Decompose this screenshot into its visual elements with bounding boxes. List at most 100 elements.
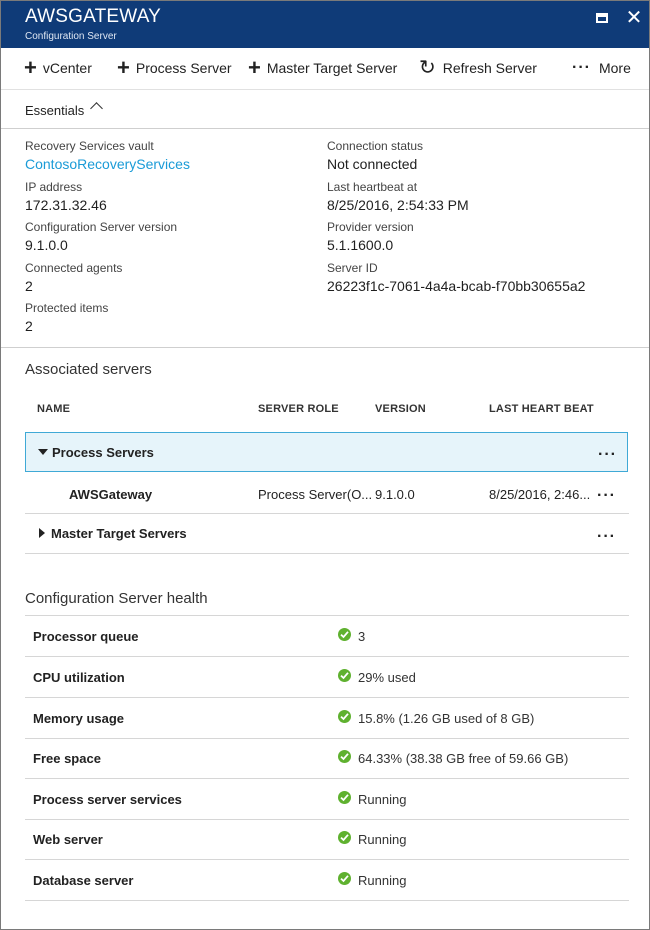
- add-master-target-button[interactable]: + Master Target Server: [248, 55, 398, 80]
- command-bar: + vCenter + Process Server + Master Targ…: [1, 48, 649, 90]
- health-row: Free space 64.33% (38.38 GB free of 59.6…: [25, 738, 629, 779]
- ellipsis-icon[interactable]: ···: [597, 488, 616, 504]
- page-title: AWSGATEWAY: [25, 6, 162, 27]
- server-id-field: Server ID 26223f1c-7061-4a4a-bcab-f70bb3…: [327, 261, 585, 294]
- connection-field: Connection status Not connected: [327, 139, 423, 172]
- check-icon: [338, 791, 351, 804]
- check-icon: [338, 750, 351, 763]
- more-button[interactable]: ··· More: [572, 59, 631, 77]
- health-row: Process server services Running: [25, 779, 629, 820]
- refresh-icon: ↻: [419, 57, 436, 79]
- vault-label: Recovery Services vault: [25, 139, 154, 153]
- add-master-target-label: Master Target Server: [266, 60, 398, 76]
- check-icon: [338, 669, 351, 682]
- refresh-server-label: Refresh Server: [442, 60, 537, 76]
- plus-icon: +: [248, 55, 261, 80]
- connection-value: Not connected: [327, 156, 418, 172]
- ellipsis-icon[interactable]: ···: [598, 447, 617, 463]
- heartbeat-label: Last heartbeat at: [327, 180, 418, 194]
- ellipsis-icon: ···: [572, 59, 591, 76]
- health-row: Processor queue 3: [25, 616, 629, 657]
- divider: [25, 553, 629, 554]
- column-header-role[interactable]: SERVER ROLE: [258, 403, 339, 415]
- process-servers-group[interactable]: Process Servers ···: [25, 432, 628, 472]
- heartbeat-value: 8/25/2016, 2:54:33 PM: [327, 197, 469, 213]
- refresh-server-button[interactable]: ↻ Refresh Server: [419, 57, 537, 79]
- check-icon: [338, 710, 351, 723]
- maximize-button[interactable]: [594, 10, 612, 28]
- group-label: Process Servers: [52, 445, 154, 460]
- health-label: Free space: [33, 751, 101, 766]
- column-header-version[interactable]: VERSION: [375, 403, 426, 415]
- protected-value: 2: [25, 318, 33, 334]
- blade-window: AWSGATEWAY Configuration Server ✕ + vCen…: [0, 0, 650, 930]
- vault-field: Recovery Services vault ContosoRecoveryS…: [25, 139, 190, 172]
- health-value: Running: [358, 792, 407, 807]
- health-value: Running: [358, 832, 407, 847]
- add-vcenter-label: vCenter: [42, 60, 92, 76]
- health-label: Process server services: [33, 792, 182, 807]
- agents-label: Connected agents: [25, 261, 123, 275]
- health-value: 3: [358, 629, 366, 644]
- cs-version-field: Configuration Server version 9.1.0.0: [25, 220, 177, 253]
- more-label: More: [598, 60, 631, 76]
- master-target-servers-group[interactable]: Master Target Servers ···: [25, 514, 628, 554]
- health-row: Database server Running: [25, 860, 629, 901]
- caret-right-icon: [39, 528, 45, 538]
- close-icon: ✕: [625, 7, 643, 29]
- provider-field: Provider version 5.1.1600.0: [327, 220, 414, 253]
- ellipsis-icon[interactable]: ···: [597, 529, 616, 545]
- agents-field: Connected agents 2: [25, 261, 122, 294]
- cs-version-value: 9.1.0.0: [25, 237, 68, 253]
- provider-value: 5.1.1600.0: [327, 237, 394, 253]
- title-bar: AWSGATEWAY Configuration Server ✕: [1, 1, 649, 48]
- column-header-heartbeat[interactable]: LAST HEART BEAT: [489, 403, 594, 415]
- ip-label: IP address: [25, 180, 83, 194]
- health-value: Running: [358, 873, 407, 888]
- protected-label: Protected items: [25, 301, 109, 315]
- group-label: Master Target Servers: [51, 526, 187, 541]
- health-row: Memory usage 15.8% (1.26 GB used of 8 GB…: [25, 698, 629, 739]
- add-vcenter-button[interactable]: + vCenter: [24, 57, 92, 79]
- connection-label: Connection status: [327, 139, 424, 153]
- check-icon: [338, 628, 351, 641]
- row-name: AWSGateway: [69, 487, 153, 502]
- row-role: Process Server(O...: [258, 487, 373, 502]
- caret-down-icon: [38, 449, 48, 455]
- plus-icon: +: [117, 55, 130, 80]
- vault-link[interactable]: ContosoRecoveryServices: [25, 156, 190, 172]
- heartbeat-field: Last heartbeat at 8/25/2016, 2:54:33 PM: [327, 180, 469, 213]
- essentials-panel: Recovery Services vault ContosoRecoveryS…: [1, 129, 649, 348]
- check-icon: [338, 831, 351, 844]
- check-icon: [338, 872, 351, 885]
- add-process-server-button[interactable]: + Process Server: [117, 55, 232, 80]
- health-label: Web server: [33, 832, 103, 847]
- health-title: Configuration Server health: [25, 590, 208, 607]
- health-label: CPU utilization: [33, 670, 125, 685]
- chevron-up-icon: [90, 102, 103, 115]
- associated-servers-title: Associated servers: [25, 361, 152, 378]
- ip-value: 172.31.32.46: [25, 197, 107, 213]
- page-subtitle: Configuration Server: [25, 31, 117, 42]
- add-process-server-label: Process Server: [135, 60, 232, 76]
- essentials-toggle[interactable]: Essentials: [1, 90, 649, 129]
- row-version: 9.1.0.0: [375, 487, 415, 502]
- health-row: Web server Running: [25, 819, 629, 860]
- server-id-label: Server ID: [327, 261, 378, 275]
- health-label: Memory usage: [33, 711, 125, 726]
- health-row: CPU utilization 29% used: [25, 657, 629, 698]
- health-label: Database server: [33, 873, 134, 888]
- health-label: Processor queue: [33, 629, 139, 644]
- server-id-value: 26223f1c-7061-4a4a-bcab-f70bb30655a2: [327, 278, 586, 294]
- agents-value: 2: [25, 278, 33, 294]
- row-heartbeat: 8/25/2016, 2:46...: [489, 487, 591, 502]
- essentials-label: Essentials: [25, 103, 85, 118]
- cs-version-label: Configuration Server version: [25, 220, 178, 234]
- health-value: 64.33% (38.38 GB free of 59.66 GB): [358, 751, 569, 766]
- column-header-name[interactable]: NAME: [37, 403, 70, 415]
- provider-label: Provider version: [327, 220, 414, 234]
- maximize-icon: [596, 13, 608, 23]
- health-value: 15.8% (1.26 GB used of 8 GB): [358, 711, 535, 726]
- close-button[interactable]: ✕: [625, 7, 643, 29]
- ip-field: IP address 172.31.32.46: [25, 180, 107, 213]
